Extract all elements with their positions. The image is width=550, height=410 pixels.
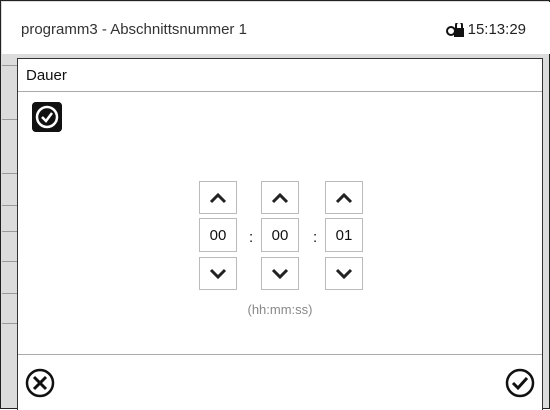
- chevron-up-icon: [271, 192, 289, 203]
- minutes-up-button[interactable]: [261, 181, 299, 214]
- seconds-up-button[interactable]: [325, 181, 363, 214]
- minutes-field[interactable]: 00: [261, 218, 299, 252]
- chevron-down-icon: [335, 268, 353, 279]
- duration-dialog: Dauer 00 : 00: 01 (hh:mm:ss): [17, 58, 543, 410]
- lock-icon: [445, 22, 464, 37]
- program-title: programm3 - Abschnittsnummer 1: [21, 21, 247, 38]
- chevron-down-icon: [271, 268, 289, 279]
- format-hint: (hh:mm:ss): [247, 302, 313, 317]
- dialog-title: Dauer: [26, 67, 67, 84]
- hours-down-button[interactable]: [199, 257, 237, 290]
- screen-frame: programm3 - Abschnittsnummer 1 15:13:29 …: [0, 0, 550, 410]
- dialog-footer: [18, 354, 542, 410]
- hours-field[interactable]: 00: [199, 218, 237, 252]
- chevron-up-icon: [209, 192, 227, 203]
- hours-up-button[interactable]: [199, 181, 237, 214]
- time-separator: :: [313, 229, 318, 246]
- chevron-down-icon: [209, 268, 227, 279]
- minutes-column: 00: [261, 181, 301, 290]
- confirm-icon[interactable]: [504, 367, 536, 399]
- time-separator: :: [249, 229, 254, 246]
- current-time: 15:13:29: [467, 21, 526, 38]
- hours-column: 00: [199, 181, 239, 290]
- seconds-column: 01: [325, 181, 365, 290]
- dialog-title-bar: Dauer: [18, 59, 542, 92]
- seconds-field[interactable]: 01: [325, 218, 363, 252]
- minutes-down-button[interactable]: [261, 257, 299, 290]
- chevron-up-icon: [335, 192, 353, 203]
- cancel-icon[interactable]: [24, 367, 56, 399]
- seconds-down-button[interactable]: [325, 257, 363, 290]
- clock-icon: [32, 102, 62, 132]
- top-bar: programm3 - Abschnittsnummer 1 15:13:29: [2, 2, 550, 54]
- clock-status: 15:13:29: [445, 21, 526, 38]
